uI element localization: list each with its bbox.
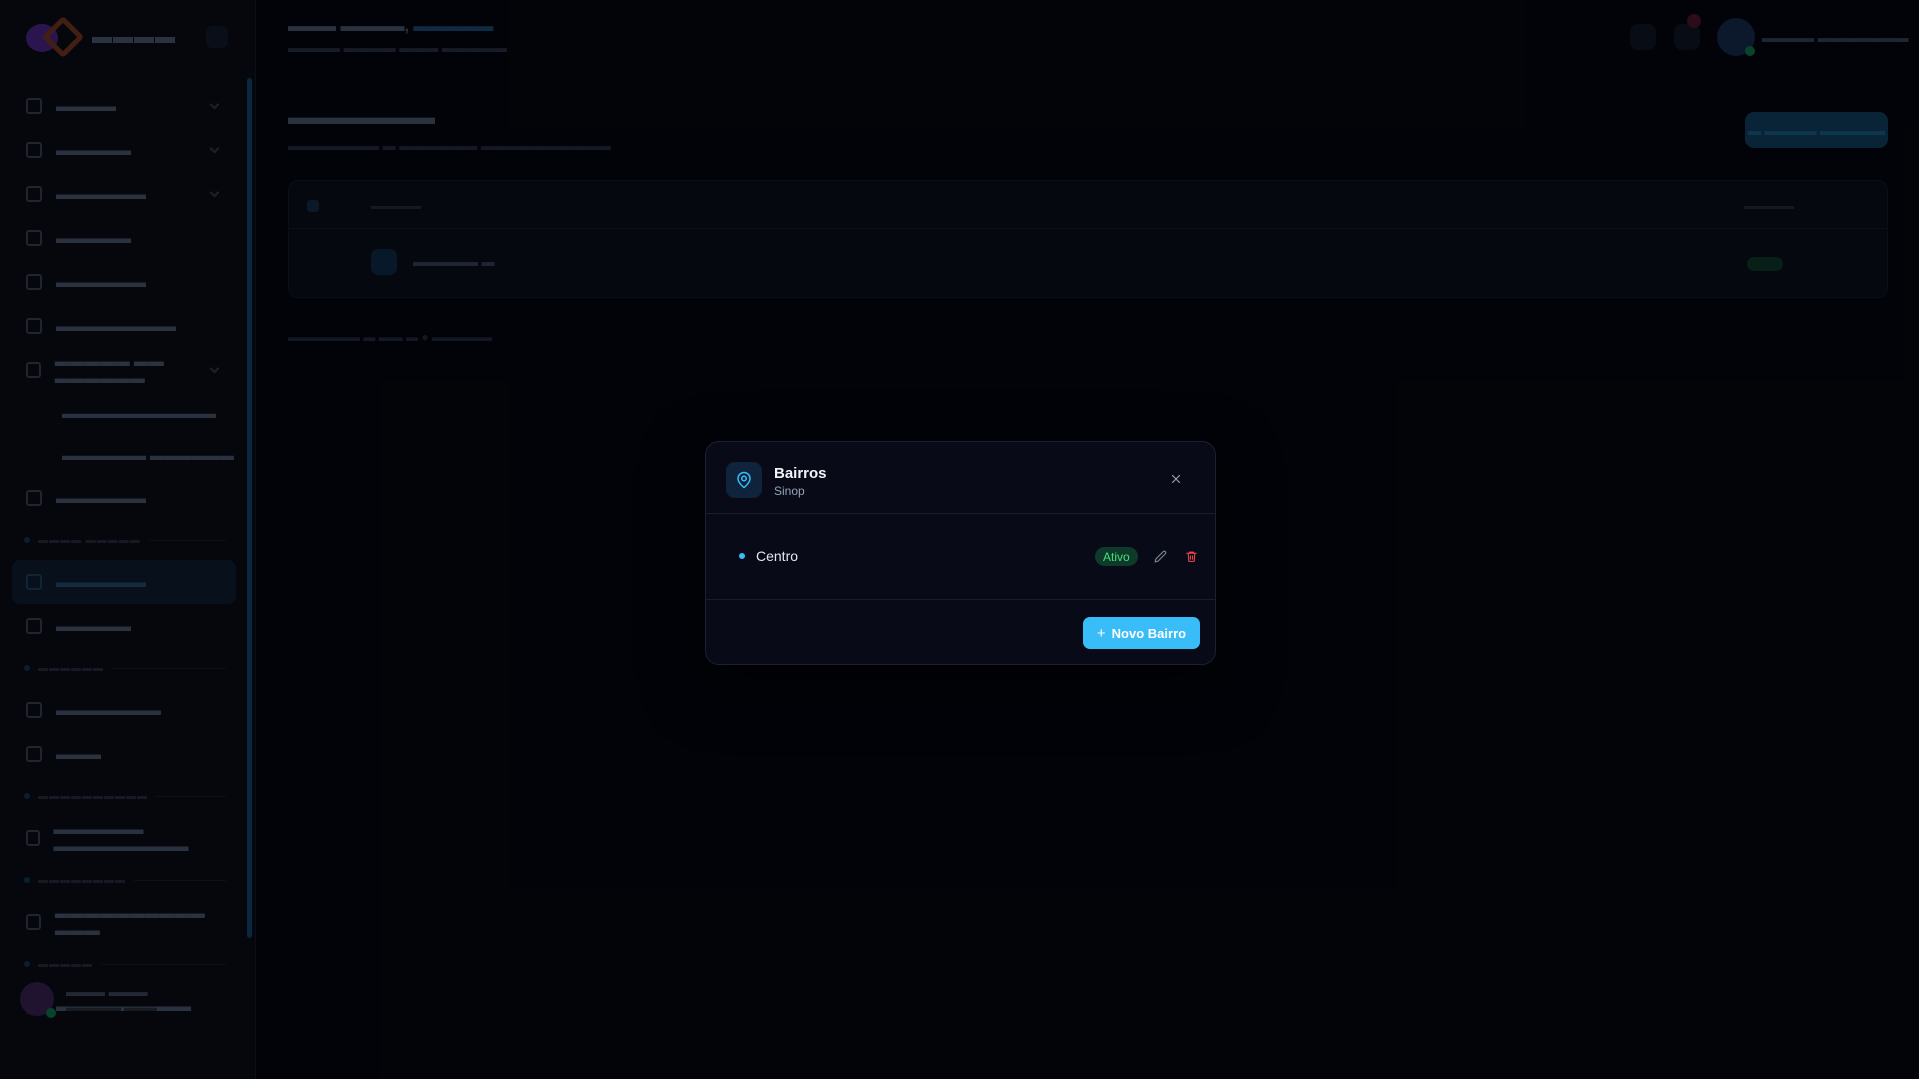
modal-header: Bairros Sinop	[706, 442, 1215, 514]
neighborhoods-modal: Bairros Sinop Centro Ativo + Novo Bairro	[705, 441, 1216, 665]
close-icon	[1171, 474, 1181, 484]
pencil-icon	[1154, 550, 1166, 562]
plus-icon: +	[1096, 624, 1106, 642]
close-button[interactable]	[1166, 469, 1186, 489]
trash-icon	[1185, 551, 1197, 562]
new-neighborhood-button[interactable]: + Novo Bairro	[1083, 617, 1200, 649]
map-pin-icon	[726, 462, 762, 498]
modal-subtitle: Sinop	[774, 484, 805, 498]
modal-footer: + Novo Bairro	[706, 600, 1215, 666]
new-neighborhood-label: Novo Bairro	[1111, 625, 1187, 641]
neighborhood-list: Centro Ativo	[706, 514, 1215, 600]
status-badge: Ativo	[1095, 547, 1138, 566]
bullet-dot	[739, 553, 745, 559]
list-item: Centro Ativo	[726, 536, 1197, 576]
modal-title: Bairros	[774, 465, 827, 482]
delete-button[interactable]	[1182, 547, 1200, 565]
edit-button[interactable]	[1151, 547, 1169, 565]
neighborhood-name: Centro	[756, 548, 799, 564]
